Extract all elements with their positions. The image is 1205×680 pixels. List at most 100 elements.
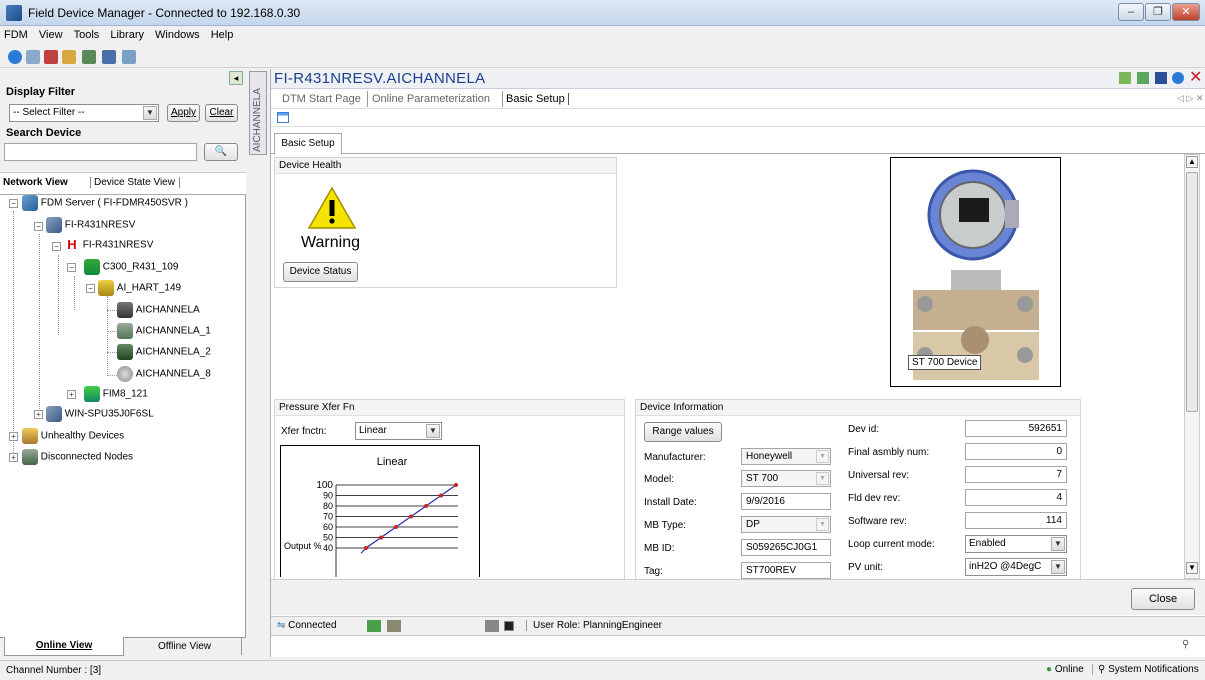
stop-icon[interactable] (504, 621, 514, 631)
search-device-input[interactable] (4, 143, 197, 161)
tab-dtm-start-page[interactable]: DTM Start Page (282, 93, 361, 105)
expand-toggle[interactable]: + (9, 432, 18, 441)
download-icon[interactable] (1137, 72, 1149, 84)
computer-icon (46, 406, 62, 422)
tree-item-unhealthy[interactable]: Unhealthy Devices (22, 428, 124, 444)
clear-button[interactable]: Clear (205, 104, 238, 122)
menu-tools[interactable]: Tools (70, 26, 104, 41)
tab-device-state-view[interactable]: Device State View (90, 177, 180, 188)
dev-id-field[interactable]: 592651 (965, 420, 1067, 437)
collapse-pane-icon[interactable]: ◂ (229, 71, 243, 85)
expand-toggle[interactable]: + (34, 410, 43, 419)
tree-item-aichannela-1[interactable]: AICHANNELA_1 (117, 323, 211, 339)
online-status-label: Online (1054, 664, 1084, 675)
mb-type-select[interactable]: DP ▼ (741, 516, 831, 533)
tab-scroll-icons[interactable]: ◁ ▷ ✕ (1177, 93, 1203, 104)
tree-item-aichannela-8[interactable]: AICHANNELA_8 (117, 366, 211, 382)
install-date-field[interactable]: 9/9/2016 (741, 493, 831, 510)
user-icon[interactable] (387, 620, 401, 632)
expand-toggle[interactable]: − (34, 222, 43, 231)
device-status-button[interactable]: Device Status (283, 262, 358, 282)
tree-item-server[interactable]: FDM Server ( FI-FDMR450SVR ) (22, 195, 188, 211)
expand-toggle[interactable]: − (52, 242, 61, 251)
model-value: ST 700 (746, 473, 779, 484)
tab-network-view[interactable]: Network View (3, 177, 68, 188)
expand-toggle[interactable]: − (67, 263, 76, 272)
system-notifications[interactable]: ⚲ System Notifications (1092, 664, 1199, 675)
tree-item-aichannela-2[interactable]: AICHANNELA_2 (117, 344, 211, 360)
close-document-icon[interactable]: ✕ (1189, 67, 1202, 87)
device-icon (117, 302, 133, 318)
menu-windows[interactable]: Windows (151, 26, 204, 41)
connection-status-label: Connected (288, 620, 337, 631)
tree-item-aichannela[interactable]: AICHANNELA (117, 302, 200, 318)
scroll-down-icon[interactable]: ▼ (1186, 562, 1198, 574)
scrollbar-thumb[interactable] (1186, 172, 1198, 412)
xfer-fnctn-label: Xfer fnctn: (281, 426, 327, 437)
folder-icon[interactable] (62, 50, 76, 64)
tab-basic-setup[interactable]: Basic Setup (506, 93, 569, 105)
range-values-button[interactable]: Range values (644, 422, 722, 442)
tab-offline-view[interactable]: Offline View (128, 638, 242, 655)
device-icon (117, 323, 133, 339)
software-rev-field[interactable]: 114 (965, 512, 1067, 529)
manufacturer-select[interactable]: Honeywell ▼ (741, 448, 831, 465)
menu-view[interactable]: View (35, 26, 67, 41)
tree-item-win[interactable]: WIN-SPU35J0F6SL (46, 406, 154, 422)
fld-dev-rev-field[interactable]: 4 (965, 489, 1067, 506)
filter-select[interactable]: -- Select Filter -- ▼ (9, 104, 159, 122)
tools-icon[interactable] (102, 50, 116, 64)
save-icon[interactable] (1155, 72, 1167, 84)
pv-unit-select[interactable]: inH2O @4DegC ▼ (965, 558, 1067, 576)
loop-current-mode-select[interactable]: Enabled ▼ (965, 535, 1067, 553)
settings-icon[interactable] (122, 50, 136, 64)
tag-field[interactable]: ST700REV (741, 562, 831, 579)
vertical-tab-strip: AICHANNELA (247, 69, 271, 657)
menu-library[interactable]: Library (106, 26, 148, 41)
vertical-tab-aichannela[interactable]: AICHANNELA (249, 71, 267, 155)
tab-online-view[interactable]: Online View (4, 637, 124, 656)
close-button[interactable]: Close (1131, 588, 1195, 610)
tree-item-fi-r431nresv-node[interactable]: H FI-R431NRESV (64, 237, 153, 253)
search-icon[interactable]: ⚲ (1182, 639, 1189, 650)
menu-help[interactable]: Help (207, 26, 238, 41)
table-view-icon[interactable] (277, 112, 289, 123)
user-role-text: User Role: PlanningEngineer (526, 620, 662, 631)
tree-item-ai-hart[interactable]: AI_HART_149 (98, 280, 181, 296)
tree-item-c300[interactable]: C300_R431_109 (84, 259, 178, 275)
universal-rev-field[interactable]: 7 (965, 466, 1067, 483)
apply-button[interactable]: Apply (167, 104, 200, 122)
menu-fdm[interactable]: FDM (0, 26, 32, 41)
final-asmbly-field[interactable]: 0 (965, 443, 1067, 460)
expand-toggle[interactable]: − (86, 284, 95, 293)
expand-view-icon[interactable] (1119, 72, 1131, 84)
expand-toggle[interactable]: − (9, 199, 18, 208)
tree-item-fim8[interactable]: FIM8_121 (84, 386, 148, 402)
search-button[interactable]: 🔍 (204, 143, 238, 161)
xfer-fnctn-select[interactable]: Linear ▼ (355, 422, 442, 440)
device-list-icon[interactable] (485, 620, 499, 632)
refresh-icon[interactable] (367, 620, 381, 632)
expand-toggle[interactable]: + (9, 453, 18, 462)
help-icon[interactable] (8, 50, 22, 64)
scroll-up-icon[interactable]: ▲ (1186, 156, 1198, 168)
network-icon[interactable] (82, 50, 96, 64)
subtab-basic-setup[interactable]: Basic Setup (274, 133, 342, 155)
expand-toggle[interactable]: + (67, 390, 76, 399)
report-icon[interactable] (44, 50, 58, 64)
tree-item-label: FI-R431NRESV (82, 239, 154, 251)
tab-online-parameterization[interactable]: Online Parameterization (372, 93, 490, 105)
model-select[interactable]: ST 700 ▼ (741, 470, 831, 487)
close-window-button[interactable]: ✕ (1172, 3, 1200, 21)
help-icon[interactable] (1172, 72, 1184, 84)
restore-button[interactable]: ❐ (1145, 3, 1171, 21)
vertical-scrollbar[interactable]: ▲ ▼ (1184, 154, 1200, 579)
minimize-button[interactable]: – (1118, 3, 1144, 21)
chart-title: Linear (377, 456, 408, 468)
mb-id-field[interactable]: S059265CJ0G1 (741, 539, 831, 556)
find-device-icon[interactable] (26, 50, 40, 64)
data-point (379, 535, 383, 540)
tree-item-fi-r431nresv[interactable]: FI-R431NRESV (46, 217, 135, 233)
tree-item-label: FDM Server ( FI-FDMR450SVR ) (40, 197, 189, 209)
tree-item-disconnected[interactable]: Disconnected Nodes (22, 449, 133, 465)
